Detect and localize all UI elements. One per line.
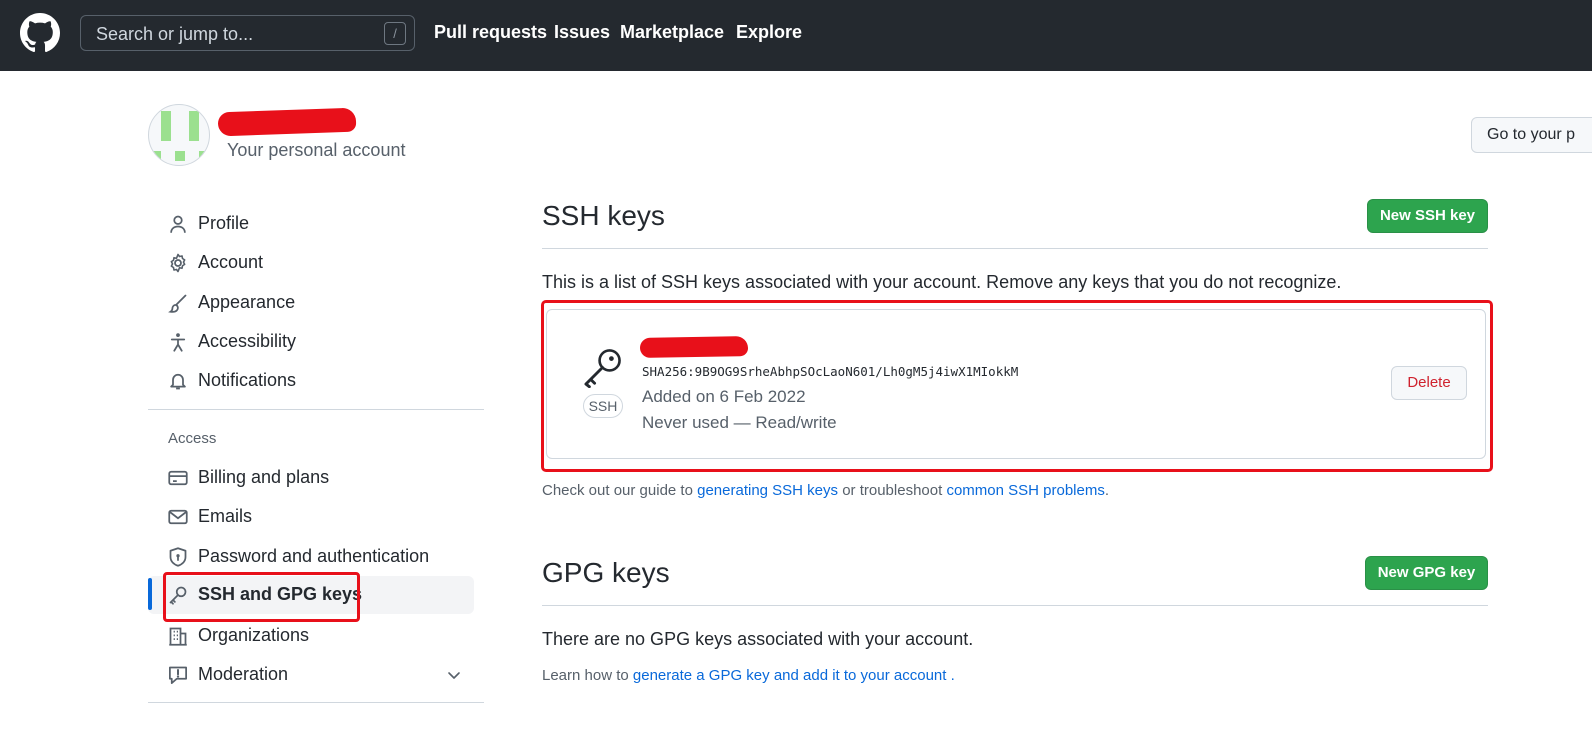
sidebar-item-account[interactable]: Account (148, 244, 474, 282)
guide-prefix: Check out our guide to (542, 482, 693, 499)
learn-suffix: . (950, 667, 955, 684)
sidebar-item-label: Account (198, 252, 264, 272)
accessibility-icon (170, 333, 186, 352)
redacted-username (217, 107, 357, 137)
sidebar-item-emails[interactable]: Emails (148, 498, 474, 536)
sidebar-divider (148, 702, 484, 703)
chevron-down-icon[interactable] (446, 667, 462, 683)
sidebar-item-label: Organizations (198, 625, 310, 645)
sidebar-item-moderation[interactable]: Moderation (148, 656, 474, 694)
go-to-profile-button[interactable]: Go to your p (1471, 117, 1592, 153)
annotation-highlight-key (541, 300, 1493, 472)
sidebar-divider (148, 409, 484, 410)
sidebar-item-label: Billing and plans (198, 467, 330, 487)
person-icon (170, 215, 186, 233)
identicon-icon (153, 111, 207, 161)
section-divider (542, 605, 1488, 606)
gpg-keys-title: GPG keys (542, 557, 670, 588)
gpg-learn-text: Learn how to generate a GPG key and add … (542, 667, 955, 684)
sidebar-item-accessibility[interactable]: Accessibility (148, 323, 474, 361)
nav-pull-requests[interactable]: Pull requests (434, 22, 547, 43)
search-placeholder: Search or jump to... (96, 24, 254, 44)
bell-icon (170, 373, 186, 390)
ssh-description: This is a list of SSH keys associated wi… (542, 272, 1342, 292)
sidebar-item-appearance[interactable]: Appearance (148, 284, 474, 322)
mail-icon (168, 509, 188, 525)
sidebar-item-label: Appearance (198, 292, 296, 312)
section-divider (542, 248, 1488, 249)
sidebar-item-password-auth[interactable]: Password and authentication (148, 538, 474, 576)
gpg-empty-message: There are no GPG keys associated with yo… (542, 629, 974, 649)
account-subtitle: Your personal account (227, 140, 406, 160)
learn-prefix: Learn how to (542, 667, 629, 684)
new-gpg-key-button[interactable]: New GPG key (1365, 556, 1488, 590)
sidebar-item-label: Notifications (198, 370, 297, 390)
sidebar-item-label: Password and authentication (198, 546, 430, 566)
sidebar-item-notifications[interactable]: Notifications (148, 362, 474, 400)
sidebar-heading-access: Access (168, 430, 217, 447)
sidebar-item-billing[interactable]: Billing and plans (148, 459, 474, 497)
shield-lock-icon (169, 547, 187, 567)
paintbrush-icon (168, 294, 187, 313)
gear-icon (170, 253, 186, 273)
guide-suffix: . (1104, 482, 1110, 499)
nav-marketplace[interactable]: Marketplace (620, 22, 724, 43)
sidebar-item-organizations[interactable]: Organizations (148, 617, 474, 655)
sidebar-item-profile[interactable]: Profile (148, 205, 474, 243)
sidebar-item-label: Accessibility (198, 331, 297, 351)
sidebar-item-label: Moderation (198, 664, 289, 684)
credit-card-icon (168, 470, 188, 486)
ssh-guide-text: Check out our guide to generating SSH ke… (542, 482, 1109, 499)
sidebar-item-label: Emails (198, 506, 253, 526)
sidebar-item-label: Profile (198, 213, 250, 233)
annotation-highlight-sidebar (163, 572, 360, 622)
report-icon (169, 666, 187, 684)
search-shortcut-key: / (384, 22, 406, 45)
nav-explore[interactable]: Explore (736, 22, 802, 43)
new-ssh-key-button[interactable]: New SSH key (1367, 199, 1488, 233)
generating-ssh-keys-link[interactable]: generating SSH keys (697, 482, 838, 499)
github-logo-icon[interactable] (20, 13, 60, 53)
generate-gpg-key-link[interactable]: generate a GPG key and add it to your ac… (633, 667, 947, 684)
nav-issues[interactable]: Issues (554, 22, 610, 43)
organization-icon (169, 627, 187, 646)
active-indicator (148, 578, 152, 610)
avatar[interactable] (148, 104, 210, 166)
common-ssh-problems-link[interactable]: common SSH problems (946, 482, 1104, 499)
search-input[interactable]: Search or jump to... / (80, 15, 415, 51)
guide-middle: or troubleshoot (842, 482, 943, 499)
ssh-keys-title: SSH keys (542, 200, 665, 231)
top-header: Search or jump to... / Pull requests Iss… (0, 0, 1592, 71)
